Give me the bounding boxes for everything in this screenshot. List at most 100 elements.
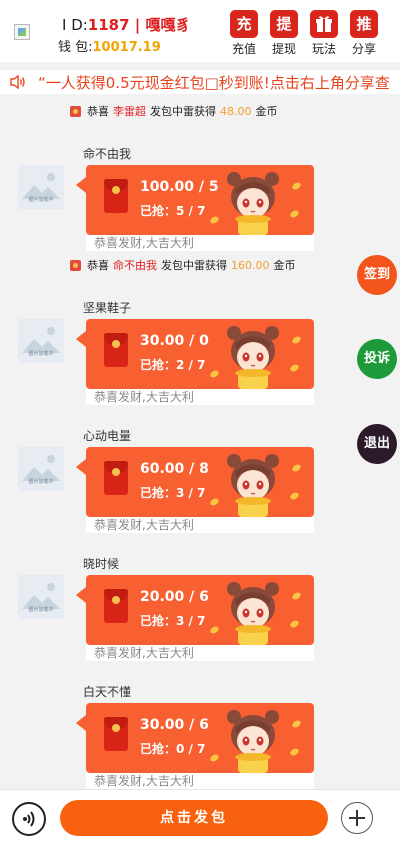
- mascot-girl-icon: [222, 705, 284, 773]
- mascot-girl-icon: [222, 167, 284, 235]
- avatar-placeholder-text: 图片加载中: [28, 197, 54, 203]
- packet-grabbed: 已抢：3 / 7: [140, 486, 206, 500]
- marquee-text: “一人获得0.5元现金红包□秒到账!点击右上角分享查: [38, 74, 390, 92]
- balance-label: 钱 包:: [58, 40, 93, 55]
- coin-icon: [289, 747, 300, 757]
- coin-icon: [289, 491, 300, 501]
- coin-icon: [289, 209, 300, 219]
- mascot-girl-icon: [222, 321, 284, 389]
- packet-amount: 60.00 / 8: [140, 461, 209, 477]
- sender-name: 命不由我: [83, 147, 132, 161]
- share-label: 分享: [351, 42, 376, 56]
- red-packet-card[interactable]: 60.00 / 8 已抢：3 / 7: [86, 447, 314, 517]
- bubble-tail: [76, 587, 86, 603]
- coin-icon: [291, 591, 302, 601]
- notice-amount: 160.00: [231, 258, 270, 272]
- send-red-packet-button[interactable]: 点击发包: [60, 800, 328, 836]
- announcement-marquee: “一人获得0.5元现金红包□秒到账!点击右上角分享查: [0, 70, 400, 94]
- recharge-button[interactable]: 充 充值: [226, 10, 262, 57]
- sender-avatar: 图片加载中: [18, 447, 64, 491]
- gift-icon: [310, 10, 338, 38]
- withdraw-label: 提现: [271, 42, 296, 56]
- sender-name: 晓时候: [83, 557, 120, 571]
- packet-amount: 30.00 / 0: [140, 333, 209, 349]
- share-button[interactable]: 推 分享: [346, 10, 382, 57]
- sender-name: 白天不懂: [83, 685, 132, 699]
- packet-grabbed: 已抢：3 / 7: [140, 614, 206, 628]
- bubble-tail: [76, 177, 86, 193]
- red-packet-card[interactable]: 100.00 / 5 已抢：5 / 7: [86, 165, 314, 235]
- complaint-button[interactable]: 投诉: [357, 339, 397, 379]
- envelope-icon: [104, 717, 128, 751]
- coin-icon: [209, 497, 220, 507]
- coin-icon: [291, 335, 302, 345]
- red-packet-card[interactable]: 20.00 / 6 已抢：3 / 7: [86, 575, 314, 645]
- mascot-girl-icon: [222, 577, 284, 645]
- header: I D:1187 | 嘎嘎豸 钱 包:10017.19 充 充值 提 提现 玩法…: [0, 0, 400, 62]
- notice-text: 发包中雷获得: [150, 105, 216, 118]
- packet-blessing: 恭喜发财,大吉大利: [86, 645, 314, 661]
- id-label: I D:: [62, 16, 88, 34]
- coin-icon: [209, 753, 220, 763]
- sender-name: 心动电量: [83, 429, 132, 443]
- coin-icon: [291, 181, 302, 191]
- avatar-placeholder-text: 图片加载中: [28, 479, 54, 485]
- packet-grabbed: 已抢：5 / 7: [140, 204, 206, 218]
- envelope-icon: [104, 333, 128, 367]
- red-packet-card[interactable]: 30.00 / 6 已抢：0 / 7: [86, 703, 314, 773]
- envelope-icon: [104, 179, 128, 213]
- packet-blessing: 恭喜发财,大吉大利: [86, 517, 314, 533]
- balance-value: 10017.19: [92, 40, 161, 55]
- coin-icon: [289, 619, 300, 629]
- win-notice: 恭喜 命不由我 发包中雷获得 160.00 金币: [70, 255, 296, 275]
- sender-avatar: 图片加载中: [18, 165, 64, 209]
- avatar[interactable]: [14, 24, 30, 40]
- user-id-line: I D:1187 | 嘎嘎豸: [62, 14, 191, 35]
- share-icon: 推: [350, 10, 378, 38]
- bubble-tail: [76, 715, 86, 731]
- coin-icon: [209, 369, 220, 379]
- plus-icon[interactable]: [341, 802, 373, 834]
- avatar-placeholder-text: 图片加载中: [28, 351, 54, 357]
- red-packet-card[interactable]: 30.00 / 0 已抢：2 / 7: [86, 319, 314, 389]
- recharge-icon: 充: [230, 10, 258, 38]
- sender-name: 坚果鞋子: [83, 301, 132, 315]
- notice-prefix: 恭喜: [87, 105, 109, 118]
- notice-amount: 48.00: [220, 104, 252, 118]
- coin-icon: [291, 719, 302, 729]
- packet-amount: 20.00 / 6: [140, 589, 209, 605]
- mascot-girl-icon: [222, 449, 284, 517]
- notice-prefix: 恭喜: [87, 259, 109, 272]
- notice-text: 发包中雷获得: [161, 259, 227, 272]
- coin-icon: [209, 215, 220, 225]
- notice-unit: 金币: [273, 259, 296, 272]
- coin-icon: [291, 463, 302, 473]
- coin-icon: [289, 363, 300, 373]
- avatar-placeholder-text: 图片加载中: [28, 607, 54, 613]
- voice-button[interactable]: [12, 802, 46, 836]
- bubble-tail: [76, 459, 86, 475]
- envelope-icon: [104, 461, 128, 495]
- packet-amount: 30.00 / 6: [140, 717, 209, 733]
- packet-amount: 100.00 / 5: [140, 179, 219, 195]
- envelope-icon: [104, 589, 128, 623]
- coin-icon: [209, 625, 220, 635]
- withdraw-button[interactable]: 提 提现: [266, 10, 302, 57]
- withdraw-icon: 提: [270, 10, 298, 38]
- voice-icon: [23, 811, 35, 827]
- rules-button[interactable]: 玩法: [306, 10, 342, 57]
- notice-name: 李雷超: [113, 105, 146, 118]
- recharge-label: 充值: [231, 42, 256, 56]
- id-separator: |: [129, 16, 146, 34]
- speaker-icon: [9, 74, 27, 94]
- id-value: 1187: [87, 16, 130, 34]
- logout-button[interactable]: 退出: [357, 424, 397, 464]
- checkin-button[interactable]: 签到: [357, 255, 397, 295]
- notice-unit: 金币: [255, 105, 278, 118]
- packet-blessing: 恭喜发财,大吉大利: [86, 235, 314, 251]
- packet-blessing: 恭喜发财,大吉大利: [86, 773, 314, 789]
- red-packet-icon: [70, 105, 81, 117]
- bottom-bar: 点击发包: [0, 789, 400, 853]
- packet-blessing: 恭喜发财,大吉大利: [86, 389, 314, 405]
- sender-avatar: 图片加载中: [18, 575, 64, 619]
